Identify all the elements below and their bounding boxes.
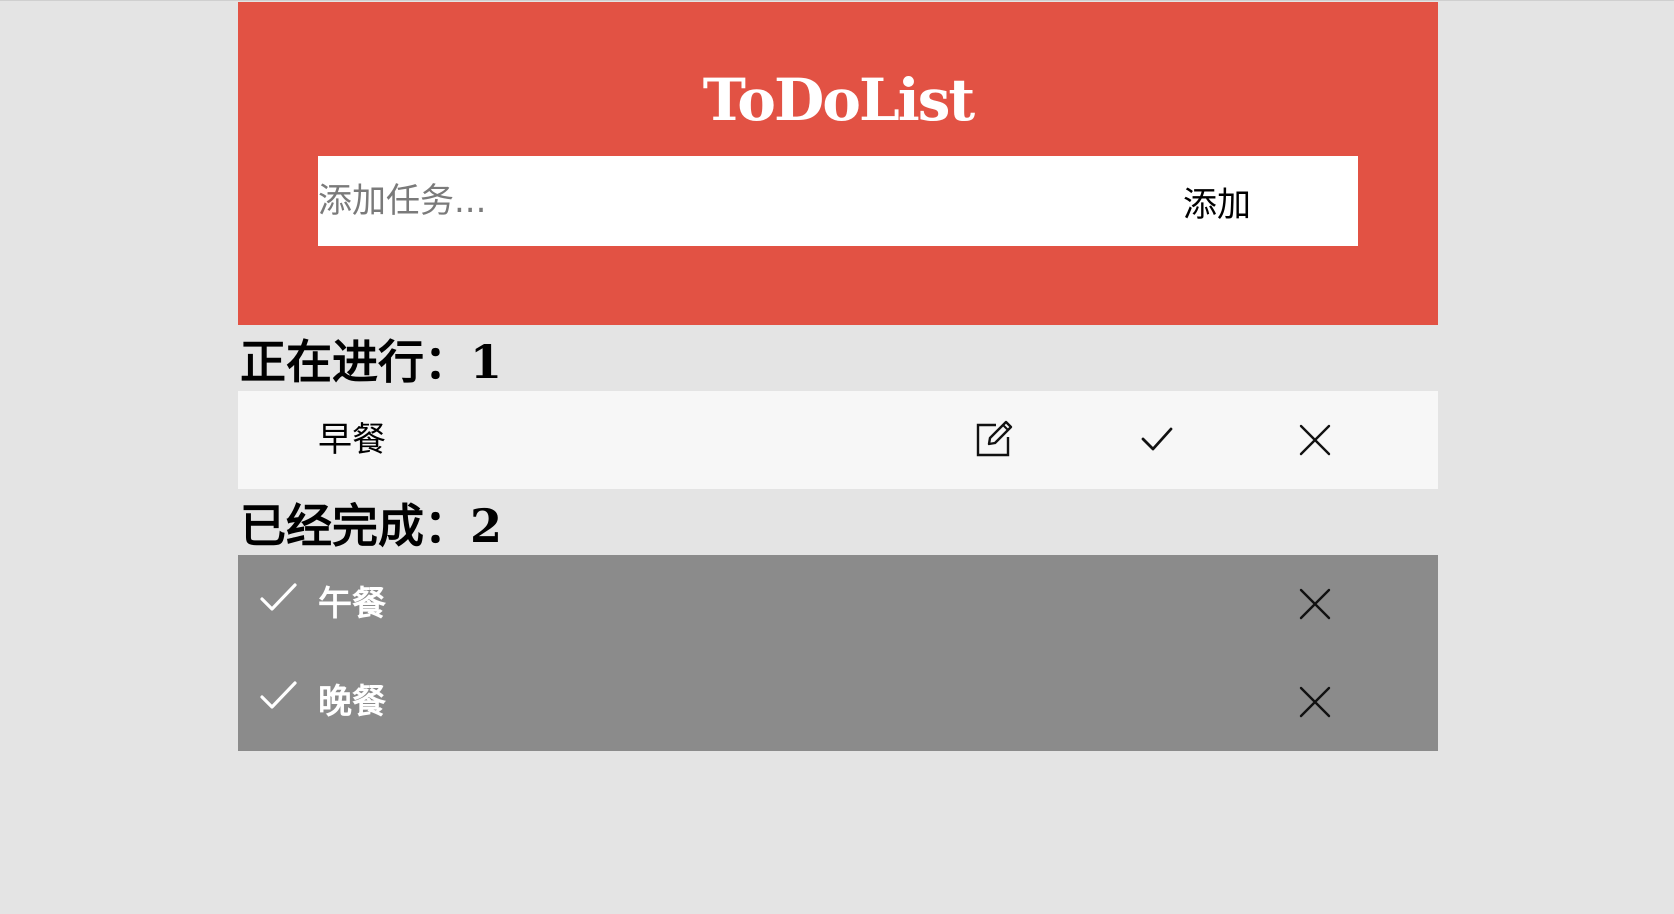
window-top-border xyxy=(0,0,1674,1)
check-icon[interactable] xyxy=(1133,415,1183,465)
task-text: 早餐 xyxy=(318,420,386,460)
edit-icon[interactable] xyxy=(968,415,1018,465)
close-icon[interactable] xyxy=(1290,677,1340,727)
ongoing-count: 1 xyxy=(470,335,503,389)
list-item: 晚餐 xyxy=(238,653,1438,751)
app-title: ToDoList xyxy=(702,66,975,134)
check-icon[interactable] xyxy=(258,579,300,621)
ongoing-heading-label: 正在进行： xyxy=(240,335,470,389)
list-item: 早餐 xyxy=(238,391,1438,489)
add-button[interactable]: 添加 xyxy=(1118,156,1358,246)
add-task-bar: 添加 xyxy=(318,156,1358,246)
close-icon[interactable] xyxy=(1290,415,1340,465)
app-header: ToDoList 添加 xyxy=(238,2,1438,325)
close-icon[interactable] xyxy=(1290,579,1340,629)
completed-list: 午餐 晚餐 xyxy=(238,555,1438,751)
list-item: 午餐 xyxy=(238,555,1438,653)
check-icon[interactable] xyxy=(258,677,300,719)
ongoing-heading: 正在进行：1 xyxy=(238,325,1438,391)
completed-count: 2 xyxy=(470,499,503,553)
todo-app: ToDoList 添加 正在进行：1 早餐 xyxy=(238,2,1438,751)
task-text: 晚餐 xyxy=(318,682,386,722)
completed-heading: 已经完成：2 xyxy=(238,489,1438,555)
task-text: 午餐 xyxy=(318,584,386,624)
task-input[interactable] xyxy=(318,156,1118,246)
completed-heading-label: 已经完成： xyxy=(240,499,470,553)
ongoing-list: 早餐 xyxy=(238,391,1438,489)
